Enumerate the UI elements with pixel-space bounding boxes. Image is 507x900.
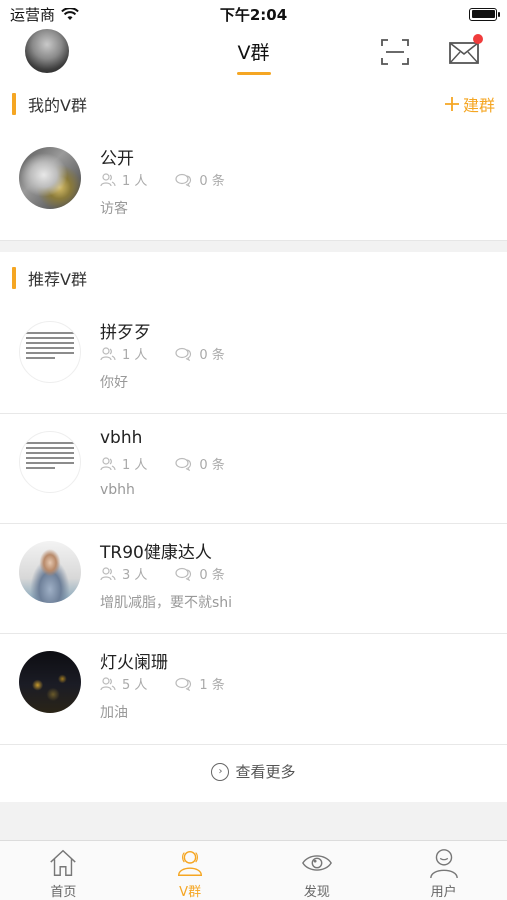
eye-icon — [301, 855, 332, 871]
post-count: 0 条 — [199, 348, 225, 363]
group-name: TR90健康达人 — [100, 543, 212, 563]
tab-label: 用户 — [430, 885, 457, 900]
battery-icon — [469, 7, 500, 21]
group-name: 公开 — [100, 149, 134, 169]
status-left: 运营商 — [10, 4, 160, 25]
group-description: 你好 — [100, 375, 128, 391]
status-right — [347, 7, 500, 21]
members-icon — [100, 456, 116, 470]
members-icon — [100, 346, 116, 360]
section-divider — [0, 240, 507, 252]
tab-home[interactable]: 首页 — [0, 841, 127, 900]
group-description: 加油 — [100, 705, 128, 721]
my-groups-header: 我的V群 建群 — [0, 78, 507, 130]
member-count: 1 人 — [122, 174, 148, 189]
group-avatar — [19, 651, 81, 713]
section-accent-bar — [12, 93, 16, 115]
group-meta: 3 人 0 条 — [100, 564, 225, 583]
member-count: 1 人 — [122, 458, 148, 473]
create-group-label: 建群 — [462, 96, 495, 115]
nav-bar: V群 — [0, 28, 507, 78]
member-count: 3 人 — [122, 568, 148, 583]
chevron-right-circle-icon: › — [211, 762, 230, 781]
group-avatar — [19, 541, 81, 603]
tab-user[interactable]: 用户 — [380, 841, 507, 900]
clock: 下午2:04 — [219, 5, 288, 24]
group-row[interactable]: 公开 1 人 0 条 访客 — [0, 130, 507, 240]
group-icon — [178, 851, 203, 876]
user-icon — [429, 849, 458, 879]
group-meta: 1 人 0 条 — [100, 344, 225, 363]
tab-label: 发现 — [303, 885, 330, 900]
group-name: 灯火阑珊 — [100, 653, 168, 673]
tab-label: V群 — [179, 885, 202, 900]
wifi-icon — [61, 7, 79, 20]
post-count: 1 条 — [199, 678, 225, 693]
post-count: 0 条 — [199, 174, 225, 189]
posts-icon — [175, 567, 192, 581]
group-description: 访客 — [100, 201, 128, 217]
home-icon — [50, 849, 77, 876]
section-title: 推荐V群 — [28, 270, 87, 289]
posts-icon — [175, 173, 192, 187]
tab-groups[interactable]: V群 — [127, 841, 254, 900]
group-avatar — [19, 321, 81, 383]
posts-icon — [175, 347, 192, 361]
plus-icon — [444, 97, 459, 111]
create-group-button[interactable]: 建群 — [444, 92, 495, 116]
bottom-spacer — [0, 802, 507, 840]
group-row[interactable]: vbhh 1 人 0 条 vbhh — [0, 414, 507, 524]
group-avatar — [19, 147, 81, 209]
section-title: 我的V群 — [28, 96, 87, 115]
member-count: 5 人 — [122, 678, 148, 693]
page-title: V群 — [238, 38, 270, 69]
group-meta: 1 人 0 条 — [100, 170, 225, 189]
view-more-label: 查看更多 — [235, 763, 296, 781]
status-bar: 运营商 下午2:04 — [0, 0, 507, 28]
group-row[interactable]: 灯火阑珊 5 人 1 条 加油 — [0, 634, 507, 744]
group-description: 增肌减脂，要不就shi — [100, 595, 233, 611]
unread-badge — [473, 34, 483, 44]
member-count: 1 人 — [122, 348, 148, 363]
view-more-button[interactable]: › 查看更多 — [0, 744, 507, 798]
group-name: vbhh — [100, 428, 143, 448]
post-count: 0 条 — [199, 458, 225, 473]
post-count: 0 条 — [199, 568, 225, 583]
members-icon — [100, 566, 116, 580]
posts-icon — [175, 457, 192, 471]
messages-button[interactable] — [449, 34, 483, 66]
mail-icon — [449, 42, 479, 64]
members-icon — [100, 676, 116, 690]
section-accent-bar — [12, 267, 16, 289]
carrier-label: 运营商 — [10, 5, 56, 24]
recommended-groups-header: 推荐V群 — [0, 252, 507, 304]
tab-discover[interactable]: 发现 — [254, 841, 381, 900]
members-icon — [100, 172, 116, 186]
profile-avatar[interactable] — [25, 29, 69, 73]
group-row[interactable]: 拼歹歹 1 人 0 条 你好 — [0, 304, 507, 414]
group-meta: 5 人 1 条 — [100, 674, 225, 693]
group-meta: 1 人 0 条 — [100, 454, 225, 473]
group-row[interactable]: TR90健康达人 3 人 0 条 增肌减脂，要不就shi — [0, 524, 507, 634]
tab-bar: 首页 V群 发现 用户 — [0, 840, 507, 900]
group-description: vbhh — [100, 482, 135, 498]
group-avatar — [19, 431, 81, 493]
group-name: 拼歹歹 — [100, 323, 151, 343]
tab-label: 首页 — [50, 885, 77, 900]
scan-icon[interactable] — [380, 38, 410, 66]
posts-icon — [175, 677, 192, 691]
